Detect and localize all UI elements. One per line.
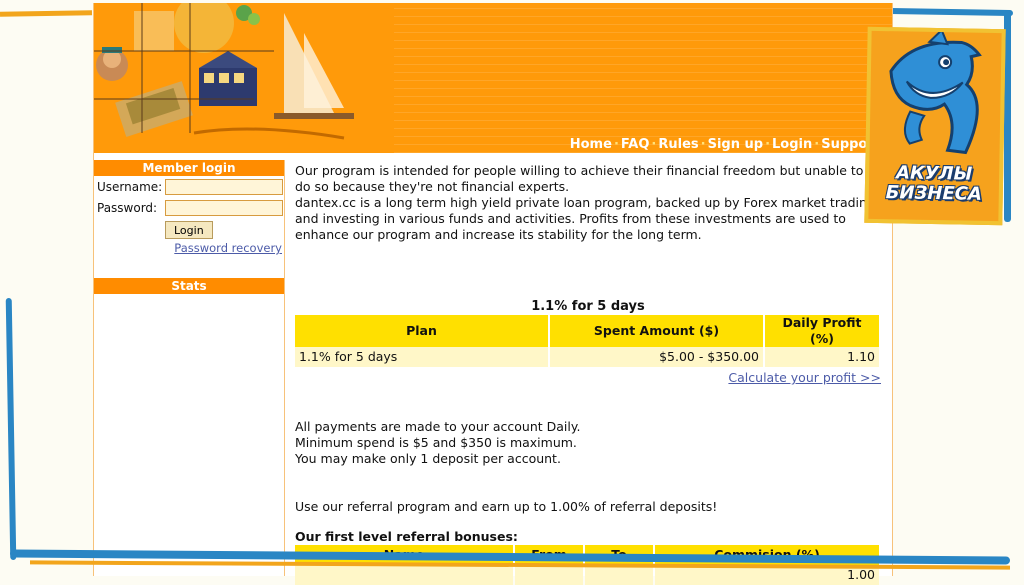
referral-text: Use our referral program and earn up to … [295, 499, 718, 514]
nav-login-link[interactable]: Login [772, 137, 812, 152]
password-input[interactable] [165, 199, 283, 216]
table-cell: $5.00 - $350.00 [550, 347, 763, 367]
decorative-stroke [887, 7, 1014, 17]
username-label: Username: [97, 179, 163, 194]
web-page: Home · FAQ · Rules · Sign up · Login · Support Mem… [93, 3, 893, 585]
main-navigation: Home · FAQ · Rules · Sign up · Login · Support [570, 137, 880, 152]
member-login-heading: Member login [94, 160, 284, 176]
table-cell [585, 565, 653, 585]
table-header-cell: Spent Amount ($) [550, 315, 763, 347]
password-recovery-link[interactable]: Password recovery [94, 241, 284, 255]
table-cell: 1.10 [765, 347, 879, 367]
shark-icon [889, 30, 982, 155]
shark-logo-badge: АКУЛЫ БИЗНЕСА [864, 26, 1006, 226]
table-header-cell: Daily Profit (%) [765, 315, 879, 347]
payments-info: You may make only 1 deposit per account. [295, 451, 561, 466]
login-button[interactable]: Login [165, 221, 213, 239]
nav-faq-link[interactable]: FAQ [621, 137, 650, 152]
username-input[interactable] [165, 178, 283, 195]
nav-signup-link[interactable]: Sign up [708, 137, 763, 152]
decorative-stroke [5, 297, 17, 561]
main-content: Our program is intended for people willi… [295, 163, 881, 585]
header-banner-image [94, 3, 394, 153]
referral-title: Our first level referral bonuses: [295, 529, 518, 544]
payments-info: Minimum spend is $5 and $350 is maximum. [295, 435, 577, 450]
decorative-stroke [0, 10, 93, 17]
table-header-cell: Plan [295, 315, 548, 347]
table-cell [295, 565, 513, 585]
nav-home-link[interactable]: Home [570, 137, 612, 152]
stats-heading: Stats [94, 278, 284, 294]
nav-separator: · [613, 137, 619, 152]
badge-text-line: БИЗНЕСА [885, 182, 983, 205]
password-label: Password: [97, 200, 158, 215]
sidebar: Member login Username: Password: Login P… [94, 160, 285, 576]
table-cell [515, 565, 583, 585]
table-row: 1.1% for 5 days $5.00 - $350.00 1.10 [295, 347, 879, 367]
intro-paragraph: dantex.cc is a long term high yield priv… [295, 195, 875, 242]
nav-separator: · [814, 137, 820, 152]
intro-paragraph: Our program is intended for people willi… [295, 163, 864, 194]
calculate-profit-link[interactable]: Calculate your profit >> [295, 370, 881, 386]
payments-info: All payments are made to your account Da… [295, 419, 581, 434]
plan-table: Plan Spent Amount ($) Daily Profit (%) 1… [293, 315, 881, 367]
plan-title: 1.1% for 5 days [531, 299, 645, 314]
username-row: Username: [94, 176, 284, 197]
nav-separator: · [651, 137, 657, 152]
site-header: Home · FAQ · Rules · Sign up · Login · Support [94, 3, 892, 153]
table-header-row: Plan Spent Amount ($) Daily Profit (%) [295, 315, 879, 347]
password-row: Password: [94, 197, 284, 218]
table-cell: 1.1% for 5 days [295, 347, 548, 367]
nav-separator: · [700, 137, 706, 152]
nav-separator: · [765, 137, 771, 152]
nav-rules-link[interactable]: Rules [658, 137, 698, 152]
